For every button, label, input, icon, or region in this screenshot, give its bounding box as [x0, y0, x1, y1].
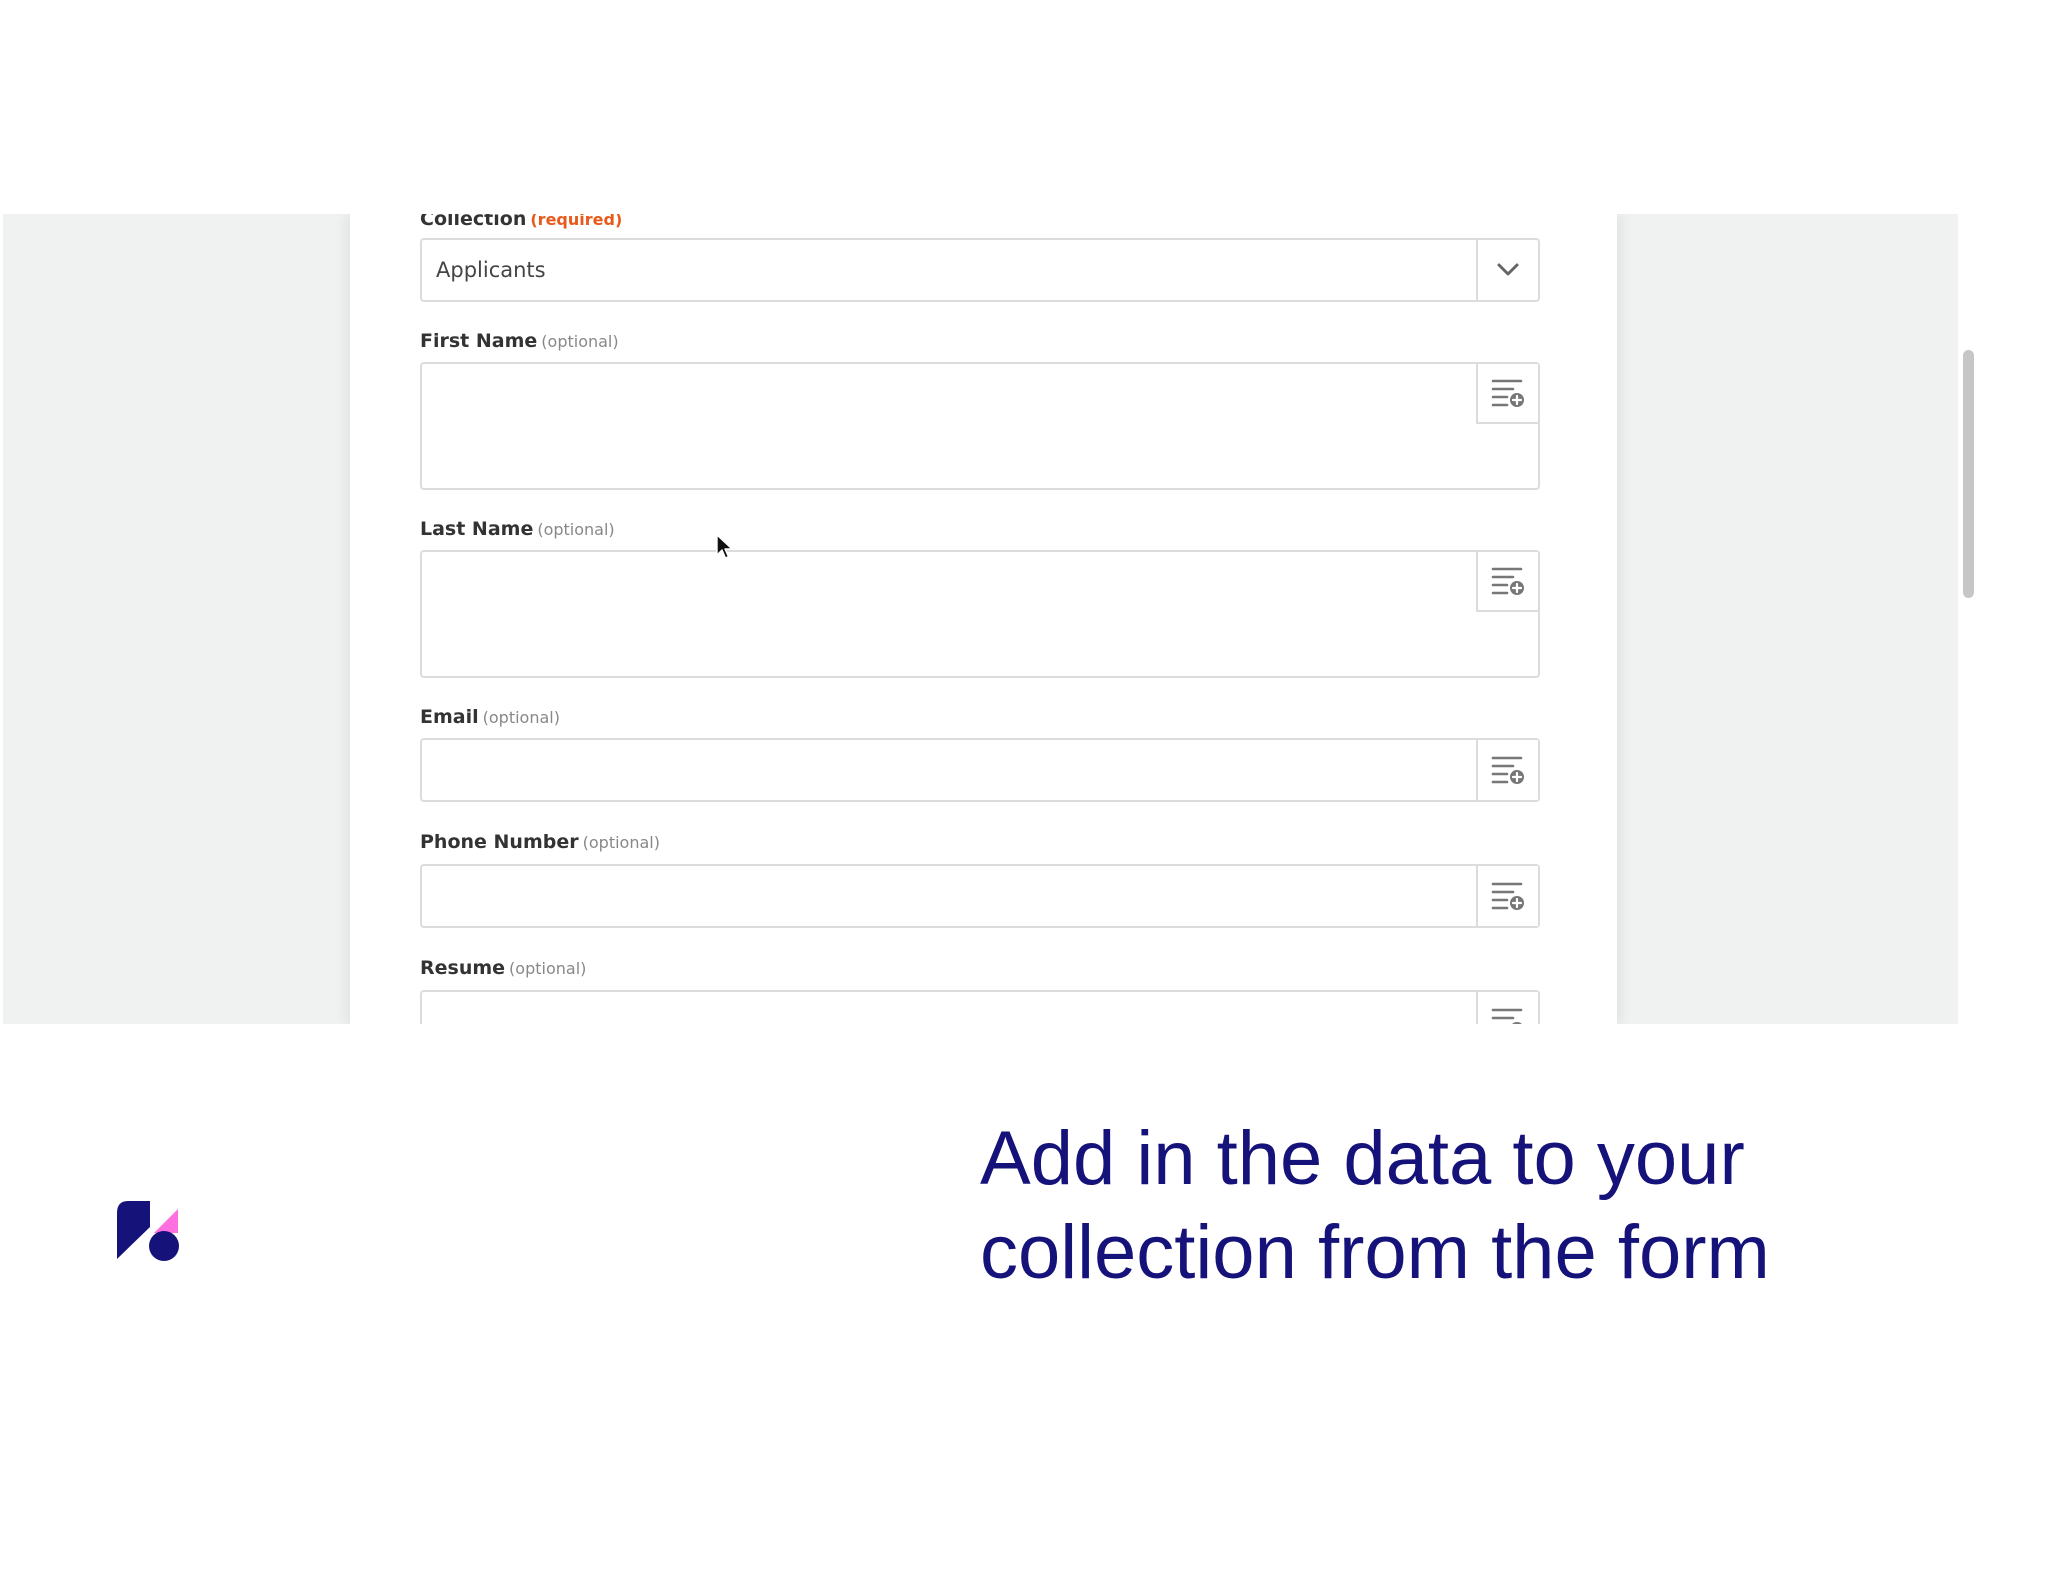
phone-number-label: Phone Number (optional) — [420, 831, 660, 854]
first-name-label-text: First Name — [420, 330, 538, 352]
optional-tag: (optional) — [509, 959, 587, 978]
insert-data-button[interactable] — [1476, 552, 1538, 612]
required-tag: (required) — [530, 214, 623, 229]
collection-select[interactable]: Applicants — [420, 238, 1540, 302]
insert-data-icon — [1491, 379, 1524, 407]
insert-data-button[interactable] — [1476, 364, 1538, 424]
resume-label-text: Resume — [420, 957, 506, 979]
insert-data-icon — [1491, 1008, 1523, 1024]
email-field[interactable] — [420, 738, 1540, 802]
right-sidebar — [1978, 214, 1983, 1024]
brand-logo-icon — [117, 1201, 179, 1261]
collection-select-value: Applicants — [436, 258, 546, 282]
last-name-label-text: Last Name — [420, 518, 534, 540]
insert-data-button[interactable] — [1476, 992, 1538, 1024]
resume-field[interactable] — [420, 990, 1540, 1024]
scrollbar-thumb[interactable] — [1963, 350, 1974, 598]
insert-data-button[interactable] — [1476, 740, 1538, 800]
caption-line-2: collection from the form — [980, 1210, 1770, 1295]
insert-data-icon — [1491, 756, 1524, 784]
last-name-label: Last Name (optional) — [420, 518, 615, 541]
scrollbar-track[interactable] — [1958, 214, 1978, 1024]
first-name-field[interactable] — [420, 362, 1540, 490]
form-panel: Collection (required) Applicants First Na… — [350, 214, 1617, 1024]
collection-label-text: Collection — [420, 214, 527, 230]
last-name-field[interactable] — [420, 550, 1540, 678]
app-window-frame: Collection (required) Applicants First Na… — [3, 214, 1983, 1024]
phone-number-label-text: Phone Number — [420, 831, 579, 853]
caption-line-1: Add in the data to your — [980, 1116, 1745, 1201]
optional-tag: (optional) — [541, 332, 619, 351]
optional-tag: (optional) — [537, 520, 615, 539]
chevron-down-icon[interactable] — [1476, 240, 1538, 300]
caption-text: Add in the data to your collection from … — [980, 1112, 2020, 1300]
insert-data-button[interactable] — [1476, 866, 1538, 926]
optional-tag: (optional) — [482, 708, 560, 727]
mouse-cursor-icon — [716, 534, 733, 559]
phone-number-field[interactable] — [420, 864, 1540, 928]
first-name-label: First Name (optional) — [420, 330, 619, 353]
resume-label: Resume (optional) — [420, 957, 586, 980]
optional-tag: (optional) — [582, 833, 660, 852]
email-label-text: Email — [420, 706, 479, 728]
insert-data-icon — [1491, 567, 1524, 595]
collection-label: Collection (required) — [420, 214, 622, 231]
insert-data-icon — [1491, 882, 1524, 910]
email-label: Email (optional) — [420, 706, 560, 729]
